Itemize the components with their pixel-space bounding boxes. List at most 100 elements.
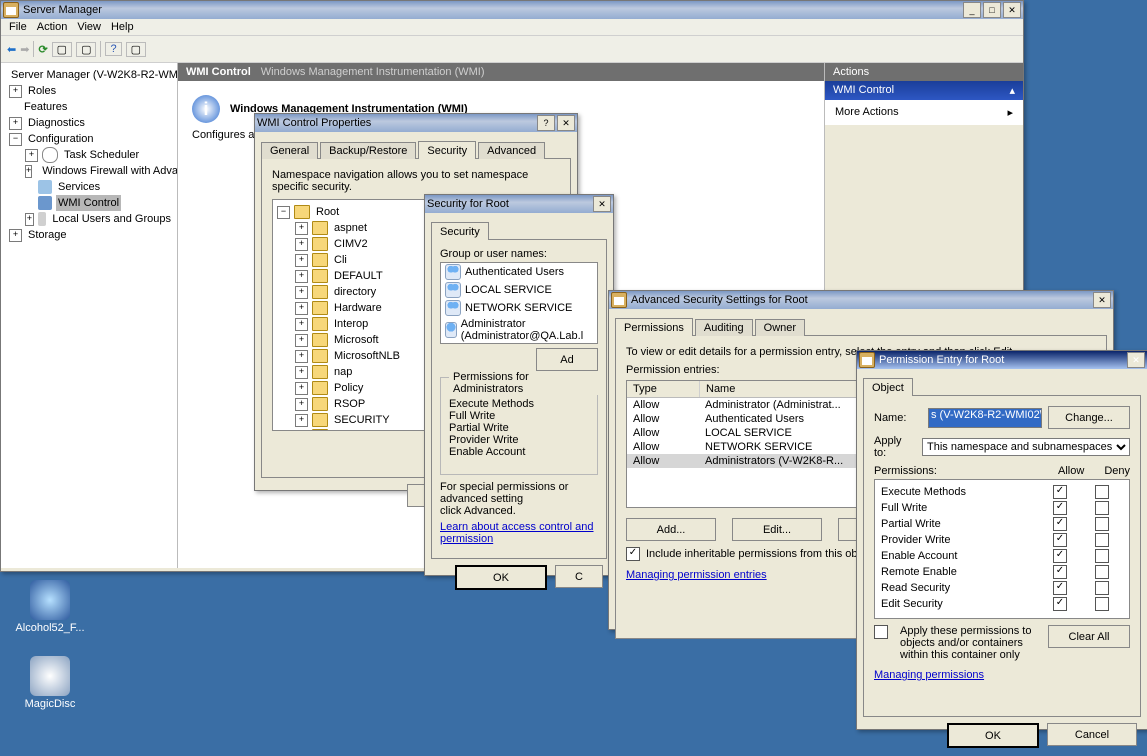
name-field[interactable]: s (V-W2K8-R2-WMI02\Administrators) [928,408,1042,428]
add-button[interactable]: Add... [626,518,716,541]
close-button[interactable]: ✕ [557,115,575,131]
expander-icon[interactable]: − [277,206,290,219]
actions-section-header[interactable]: WMI Control ▴ [825,81,1023,100]
tab-advanced[interactable]: Advanced [478,142,545,159]
ns-item[interactable]: DEFAULT [332,268,385,284]
menu-help[interactable]: Help [111,21,134,33]
navigation-tree[interactable]: Server Manager (V-W2K8-R2-WMI0 + Roles Fe… [1,63,178,568]
expander-icon[interactable]: + [9,85,22,98]
tree-item-localusers[interactable]: Local Users and Groups [50,211,173,227]
tree-item-features[interactable]: Features [22,99,69,115]
expander-icon[interactable]: + [9,229,22,242]
apply-children-checkbox[interactable] [874,625,888,639]
expander-icon[interactable]: + [25,213,34,226]
menu-view[interactable]: View [77,21,101,33]
expander-icon[interactable]: + [295,350,308,363]
deny-checkbox[interactable] [1095,501,1109,515]
managing-permission-entries-link[interactable]: Managing permission entries [626,569,767,581]
menu-action[interactable]: Action [37,21,68,33]
allow-checkbox[interactable]: ✓ [1053,565,1067,579]
ns-item[interactable]: aspnet [332,220,369,236]
ns-item[interactable]: SECURITY [332,412,392,428]
principal-name[interactable]: NETWORK SERVICE [465,302,572,314]
ns-item[interactable]: Policy [332,380,365,396]
tab-owner[interactable]: Owner [755,319,805,336]
tab-object[interactable]: Object [863,378,913,396]
tree-item-diagnostics[interactable]: Diagnostics [26,115,87,131]
principals-list[interactable]: Authenticated Users LOCAL SERVICE NETWORK … [440,262,598,344]
tab-backup[interactable]: Backup/Restore [320,142,416,159]
tree-item-roles[interactable]: Roles [26,83,58,99]
col-type[interactable]: Type [627,381,700,397]
ns-item[interactable]: Microsoft [332,332,381,348]
col-name[interactable]: Name [700,381,871,397]
expander-icon[interactable]: + [25,165,32,178]
ns-item[interactable]: Interop [332,316,370,332]
menu-file[interactable]: File [9,21,27,33]
allow-checkbox[interactable]: ✓ [1053,597,1067,611]
expander-icon[interactable]: + [295,270,308,283]
deny-checkbox[interactable] [1095,517,1109,531]
ns-item[interactable]: MicrosoftNLB [332,348,402,364]
deny-checkbox[interactable] [1095,565,1109,579]
ok-button[interactable]: OK [947,723,1039,748]
principal-name[interactable]: Administrator (Administrator@QA.Lab.l [461,318,593,342]
expander-icon[interactable]: + [295,302,308,315]
close-button[interactable]: ✕ [593,196,611,212]
expander-icon[interactable]: + [295,430,308,432]
change-button[interactable]: Change... [1048,406,1130,429]
tab-permissions[interactable]: Permissions [615,318,693,336]
help-button[interactable]: ? [537,115,555,131]
expander-icon[interactable]: − [9,133,22,146]
expander-icon[interactable]: + [295,398,308,411]
toolbar-button[interactable]: ▢ [126,42,146,57]
allow-checkbox[interactable]: ✓ [1053,501,1067,515]
titlebar[interactable]: Permission Entry for Root ✕ [857,351,1147,369]
close-button[interactable]: ✕ [1003,2,1021,18]
titlebar[interactable]: Security for Root ✕ [425,195,613,213]
expander-icon[interactable]: + [295,222,308,235]
toolbar-button[interactable]: ▢ [52,42,72,57]
help-icon[interactable]: ? [105,42,121,56]
actions-item-more[interactable]: More Actions ▸ [825,100,1023,125]
allow-checkbox[interactable]: ✓ [1053,549,1067,563]
nav-back-icon[interactable]: ⬅ [7,43,16,56]
tab-security[interactable]: Security [431,222,489,240]
expander-icon[interactable]: + [295,286,308,299]
deny-checkbox[interactable] [1095,581,1109,595]
allow-checkbox[interactable]: ✓ [1053,533,1067,547]
ns-item[interactable]: ServiceModel [332,428,403,431]
deny-checkbox[interactable] [1095,597,1109,611]
tab-security[interactable]: Security [418,141,476,159]
expander-icon[interactable]: + [295,382,308,395]
allow-checkbox[interactable]: ✓ [1053,517,1067,531]
ns-item[interactable]: Cli [332,252,349,268]
maximize-button[interactable]: □ [983,2,1001,18]
expander-icon[interactable]: + [9,117,22,130]
ns-item[interactable]: RSOP [332,396,367,412]
expander-icon[interactable]: + [295,238,308,251]
tab-general[interactable]: General [261,142,318,159]
expander-icon[interactable]: + [295,366,308,379]
ns-root[interactable]: Root [314,204,341,220]
tree-root[interactable]: Server Manager (V-W2K8-R2-WMI0 [9,67,178,83]
ok-button[interactable]: OK [455,565,547,590]
ns-item[interactable]: directory [332,284,378,300]
deny-checkbox[interactable] [1095,549,1109,563]
close-button[interactable]: ✕ [1093,292,1111,308]
edit-button[interactable]: Edit... [732,518,822,541]
allow-checkbox[interactable]: ✓ [1053,485,1067,499]
principal-name[interactable]: LOCAL SERVICE [465,284,552,296]
titlebar[interactable]: Advanced Security Settings for Root ✕ [609,291,1113,309]
titlebar[interactable]: WMI Control Properties ? ✕ [255,114,577,132]
cancel-button[interactable]: C [555,565,603,588]
principal-name[interactable]: Authenticated Users [465,266,564,278]
managing-permissions-link[interactable]: Managing permissions [874,669,984,681]
deny-checkbox[interactable] [1095,485,1109,499]
toolbar-button[interactable]: ▢ [76,42,96,57]
ns-item[interactable]: CIMV2 [332,236,370,252]
tab-auditing[interactable]: Auditing [695,319,753,336]
expander-icon[interactable]: + [25,149,38,162]
ns-item[interactable]: Hardware [332,300,384,316]
tree-item-wmicontrol[interactable]: WMI Control [56,195,121,211]
